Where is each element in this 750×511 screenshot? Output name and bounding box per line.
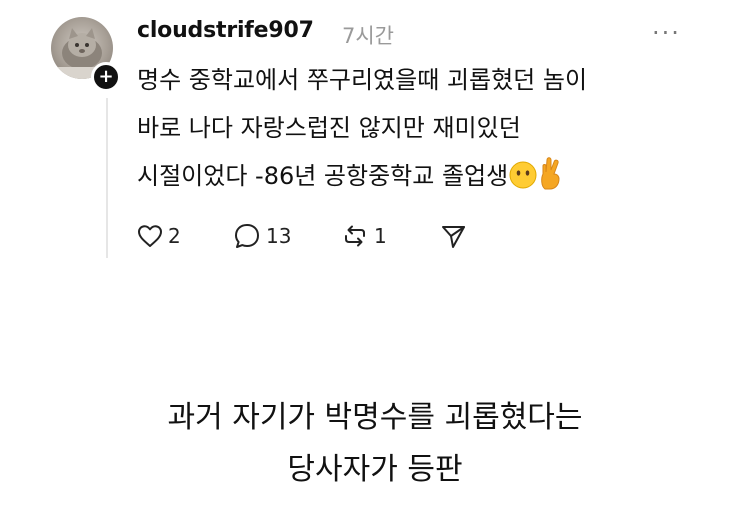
thread-line (106, 98, 108, 258)
comment-bubble-icon (235, 224, 259, 248)
repost-count: 1 (374, 224, 387, 248)
username[interactable]: cloudstrife907 (137, 18, 314, 43)
send-paper-plane-icon (442, 226, 465, 248)
comment-button[interactable]: 13 (232, 220, 291, 252)
like-button[interactable]: 2 (136, 220, 181, 252)
crossed-fingers-emoji-icon (538, 156, 564, 206)
repost-button[interactable]: 1 (340, 220, 387, 252)
heart-icon (138, 225, 162, 247)
image-caption: 과거 자기가 박명수를 괴롭혔다는 당사자가 등판 (167, 400, 583, 487)
follow-plus-button[interactable]: + (91, 62, 121, 92)
thread-post: + cloudstrife907 7시간 ··· 명수 중학교에서 쭈구리였을때… (0, 0, 750, 290)
repost-icon (345, 225, 365, 247)
plus-icon: + (98, 66, 114, 87)
like-count: 2 (168, 224, 181, 248)
more-options-icon[interactable]: ··· (652, 19, 681, 47)
face-without-mouth-emoji-icon (508, 158, 538, 206)
share-button[interactable] (438, 220, 468, 252)
post-time: 7시간 (342, 24, 395, 48)
comment-count: 13 (266, 224, 292, 248)
post-body: 명수 중학교에서 쭈구리였을때 괴롭혔던 놈이 바로 나다 자랑스럽진 않지만 … (137, 56, 697, 206)
